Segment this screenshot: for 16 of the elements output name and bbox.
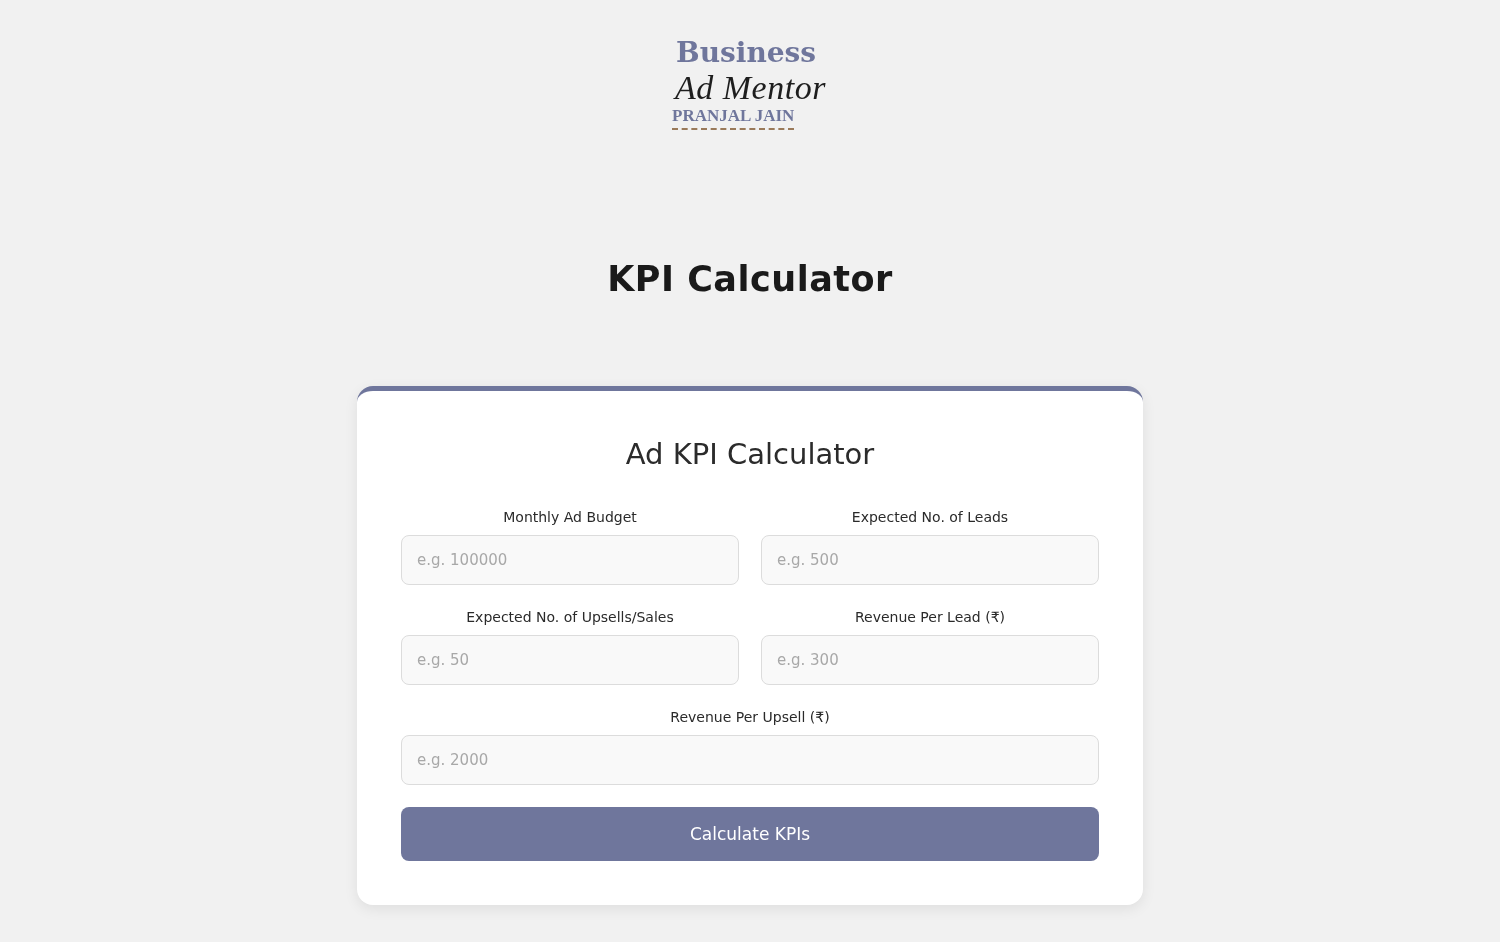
input-field[interactable]: e.g. 500 [761, 535, 1099, 585]
logo-title: Business [676, 36, 817, 70]
input-field[interactable]: e.g. 300 [761, 635, 1099, 685]
field-label: Monthly Ad Budget [503, 508, 637, 527]
input-field[interactable]: e.g. 100000 [401, 535, 739, 585]
calculate-button[interactable]: Calculate KPIs [401, 807, 1099, 861]
logo-subtitle: Ad Mentor [675, 70, 826, 106]
logo-name: PRANJAL JAIN [672, 106, 795, 130]
field-label: Revenue Per Lead (₹) [854, 608, 1006, 627]
input-field[interactable]: e.g. 2000 [401, 735, 1099, 785]
field-label: Revenue Per Upsell (₹) [670, 708, 830, 727]
page-title: KPI Calculator [607, 258, 893, 300]
input-field[interactable]: e.g. 50 [401, 635, 739, 685]
card-heading: Ad KPI Calculator [624, 436, 876, 473]
field-label: Expected No. of Upsells/Sales [466, 608, 674, 627]
field-label: Expected No. of Leads [851, 508, 1009, 527]
